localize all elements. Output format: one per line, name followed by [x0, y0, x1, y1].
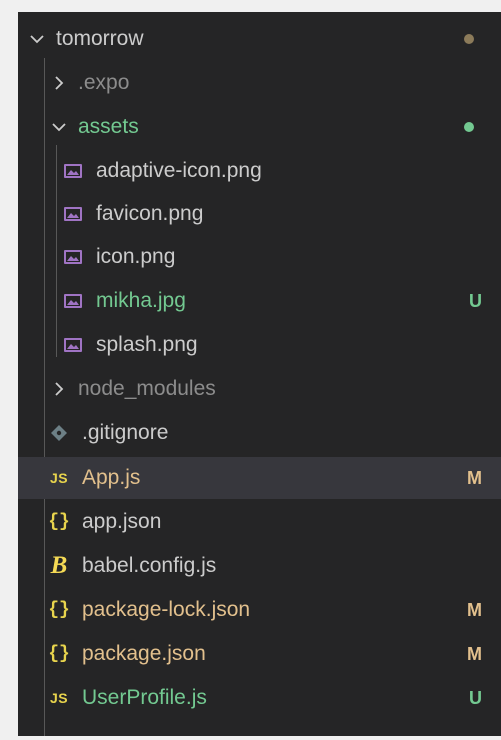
git-diamond-icon	[48, 422, 70, 444]
tree-file-userprofile-js[interactable]: JS UserProfile.js U	[18, 677, 501, 719]
tree-file-icon-png[interactable]: icon.png	[18, 236, 501, 278]
chevron-down-icon	[28, 30, 46, 48]
chevron-right-icon	[50, 74, 68, 92]
tree-item-label: splash.png	[96, 333, 198, 356]
tree-folder-assets[interactable]: assets	[18, 106, 501, 148]
chevron-down-icon	[50, 118, 68, 136]
untracked-status-dot	[464, 122, 474, 132]
tree-item-label: babel.config.js	[82, 554, 217, 577]
tree-item-label: assets	[78, 115, 139, 138]
tree-file-package-json[interactable]: {} package.json M	[18, 633, 501, 675]
file-explorer-panel: tomorrow .expo assets adaptive-icon.png …	[18, 12, 501, 736]
tree-item-label: tomorrow	[56, 27, 144, 50]
tree-item-label: UserProfile.js	[82, 686, 207, 709]
git-status-badge: M	[467, 467, 482, 488]
tree-folder-expo[interactable]: .expo	[18, 62, 501, 104]
tree-item-label: package-lock.json	[82, 598, 251, 621]
json-icon: {}	[48, 600, 70, 620]
tree-item-label: package.json	[82, 642, 206, 665]
tree-item-label: icon.png	[96, 245, 176, 268]
git-status-badge: M	[467, 599, 482, 620]
tree-file-favicon[interactable]: favicon.png	[18, 193, 501, 235]
tree-file-package-lock[interactable]: {} package-lock.json M	[18, 589, 501, 631]
image-file-icon	[62, 203, 84, 225]
image-file-icon	[62, 290, 84, 312]
image-file-icon	[62, 334, 84, 356]
tree-file-babel-config[interactable]: B babel.config.js	[18, 545, 501, 587]
tree-file-mikha[interactable]: mikha.jpg U	[18, 280, 501, 322]
tree-file-splash[interactable]: splash.png	[18, 324, 501, 366]
git-status-badge: U	[469, 687, 482, 708]
tree-file-app-js[interactable]: JS App.js M	[18, 457, 501, 499]
tree-item-label: node_modules	[78, 377, 216, 400]
tree-file-adaptive-icon[interactable]: adaptive-icon.png	[18, 150, 501, 192]
git-status-badge: U	[469, 290, 482, 311]
json-icon: {}	[48, 644, 70, 664]
git-status-badge: M	[467, 643, 482, 664]
tree-file-gitignore[interactable]: .gitignore	[18, 412, 501, 454]
tree-item-label: app.json	[82, 510, 162, 533]
modified-status-dot	[464, 34, 474, 44]
javascript-icon: JS	[49, 690, 69, 706]
tree-folder-tomorrow[interactable]: tomorrow	[18, 18, 501, 60]
javascript-icon: JS	[49, 470, 69, 486]
tree-item-label: .gitignore	[82, 421, 169, 444]
tree-item-label: .expo	[78, 71, 130, 94]
tree-item-label: adaptive-icon.png	[96, 159, 262, 182]
json-icon: {}	[48, 512, 70, 532]
chevron-right-icon	[50, 380, 68, 398]
babel-icon: B	[50, 552, 68, 579]
tree-item-label: favicon.png	[96, 202, 204, 225]
tree-item-label: App.js	[82, 466, 141, 489]
tree-file-app-json[interactable]: {} app.json	[18, 501, 501, 543]
image-file-icon	[62, 246, 84, 268]
tree-item-label: mikha.jpg	[96, 289, 186, 312]
image-file-icon	[62, 160, 84, 182]
tree-folder-node-modules[interactable]: node_modules	[18, 368, 501, 410]
